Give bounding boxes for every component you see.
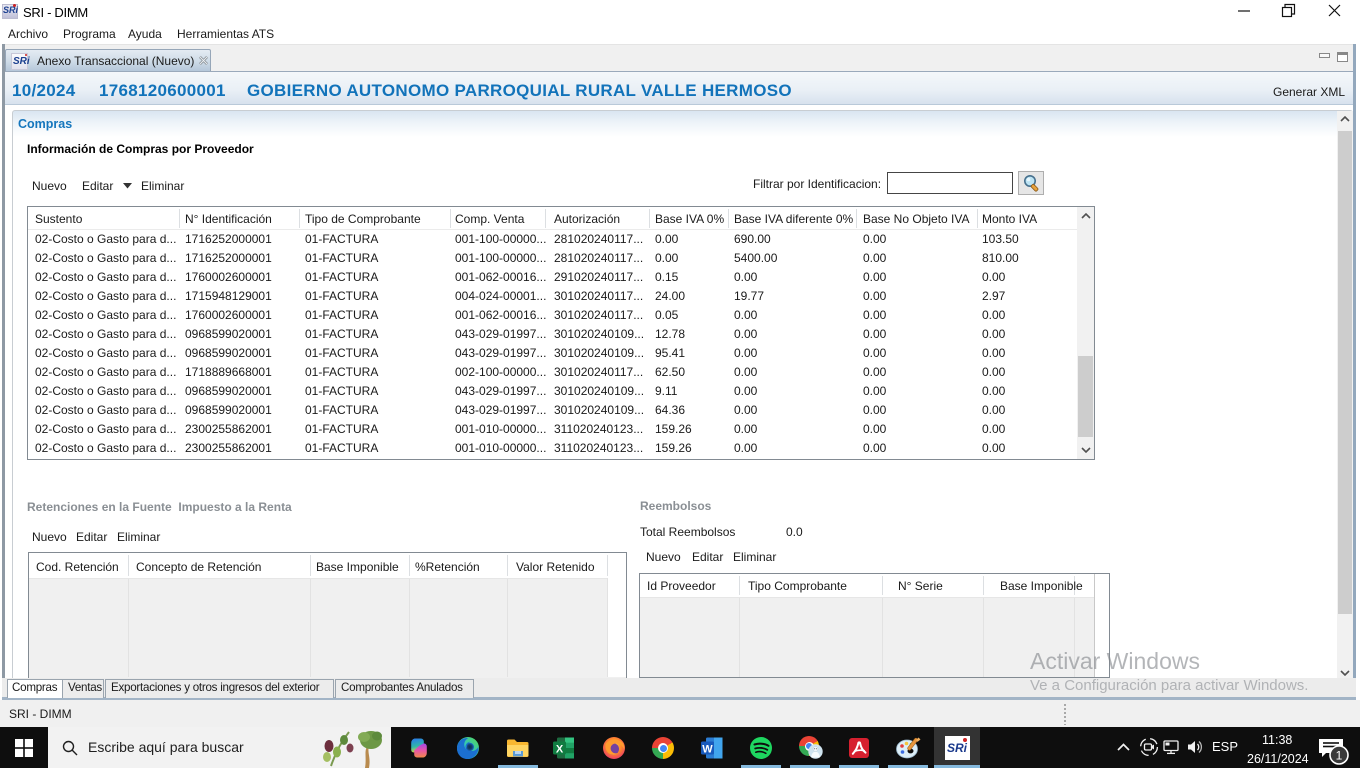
svg-text:1: 1 (1336, 749, 1343, 763)
svg-text:W: W (702, 744, 713, 756)
svg-text:X: X (556, 744, 564, 756)
